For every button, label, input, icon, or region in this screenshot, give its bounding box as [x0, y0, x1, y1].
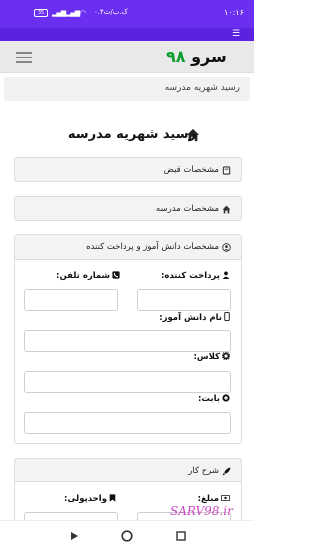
book-icon: [222, 166, 231, 175]
signal-icon: ▂▄▆: [52, 9, 66, 17]
amount-label: مبلغ:: [198, 494, 230, 504]
mobile-icon: [224, 312, 230, 321]
for-input[interactable]: [24, 412, 231, 434]
page-title: رسید شهریه مدرسه: [67, 127, 196, 142]
android-nav-bar: [0, 520, 254, 550]
payer-label: پرداخت کننده:: [161, 271, 230, 281]
status-bar: 35 ▂▄▆ ▂▄▆ ◠ ۰.۴ک.ب/ث ۱۰:۱۶: [0, 0, 254, 28]
gear-icon: [221, 351, 231, 361]
class-input[interactable]: [24, 371, 231, 393]
site-watermark: SARV98.ir: [170, 504, 233, 518]
home-button-icon[interactable]: [121, 530, 133, 542]
for-label: بابت:: [198, 394, 230, 404]
breadcrumb-text: رسید شهریه مدرسه: [164, 83, 240, 93]
logo-text: سرو: [191, 47, 227, 66]
rocket-icon: [222, 467, 231, 476]
unit-label: واحدپولی:: [64, 494, 116, 504]
battery-icon: 35: [34, 9, 48, 17]
money-icon: [221, 495, 230, 501]
class-label: کلاس:: [193, 351, 231, 362]
receipt-details-panel[interactable]: مشخصات قبض: [14, 157, 242, 182]
network-speed: ۰.۴ک.ب/ث: [94, 8, 128, 16]
payer-input[interactable]: [137, 289, 231, 311]
bookmark-icon: [109, 494, 116, 502]
recents-icon[interactable]: [176, 531, 186, 541]
description-label: شرح کار: [188, 466, 219, 476]
wifi-icon: ◠: [80, 9, 86, 17]
signal-icon-2: ▂▄▆: [66, 9, 80, 17]
receipt-details-label: مشخصات قبض: [163, 165, 219, 175]
school-details-panel[interactable]: مشخصات مدرسه: [14, 196, 242, 221]
logo-number: ۹۸: [166, 47, 186, 66]
user-circle-icon: [222, 243, 231, 252]
top-strip: [0, 28, 254, 41]
student-payer-header[interactable]: مشخصات دانش آموز و پرداخت کننده: [15, 235, 241, 260]
home-small-icon: [222, 205, 231, 214]
hamburger-menu-icon[interactable]: [16, 52, 32, 64]
phone-icon: [112, 271, 120, 279]
back-icon[interactable]: [70, 531, 79, 541]
phone-input[interactable]: [24, 289, 118, 311]
user-icon: [222, 271, 230, 279]
top-menu-icon[interactable]: ☰: [232, 30, 240, 39]
student-name-label: نام دانش آموز:: [159, 312, 230, 323]
site-logo[interactable]: سرو ۹۸: [166, 47, 227, 66]
student-payer-label: مشخصات دانش آموز و پرداخت کننده: [86, 242, 219, 252]
student-name-input[interactable]: [24, 330, 231, 352]
description-panel[interactable]: شرح کار: [14, 458, 242, 482]
school-details-label: مشخصات مدرسه: [155, 204, 219, 214]
phone-label: شماره تلفن:: [56, 271, 120, 281]
breadcrumb: رسید شهریه مدرسه: [4, 77, 250, 101]
clock: ۱۰:۱۶: [224, 8, 244, 17]
plus-circle-icon: [222, 394, 230, 402]
